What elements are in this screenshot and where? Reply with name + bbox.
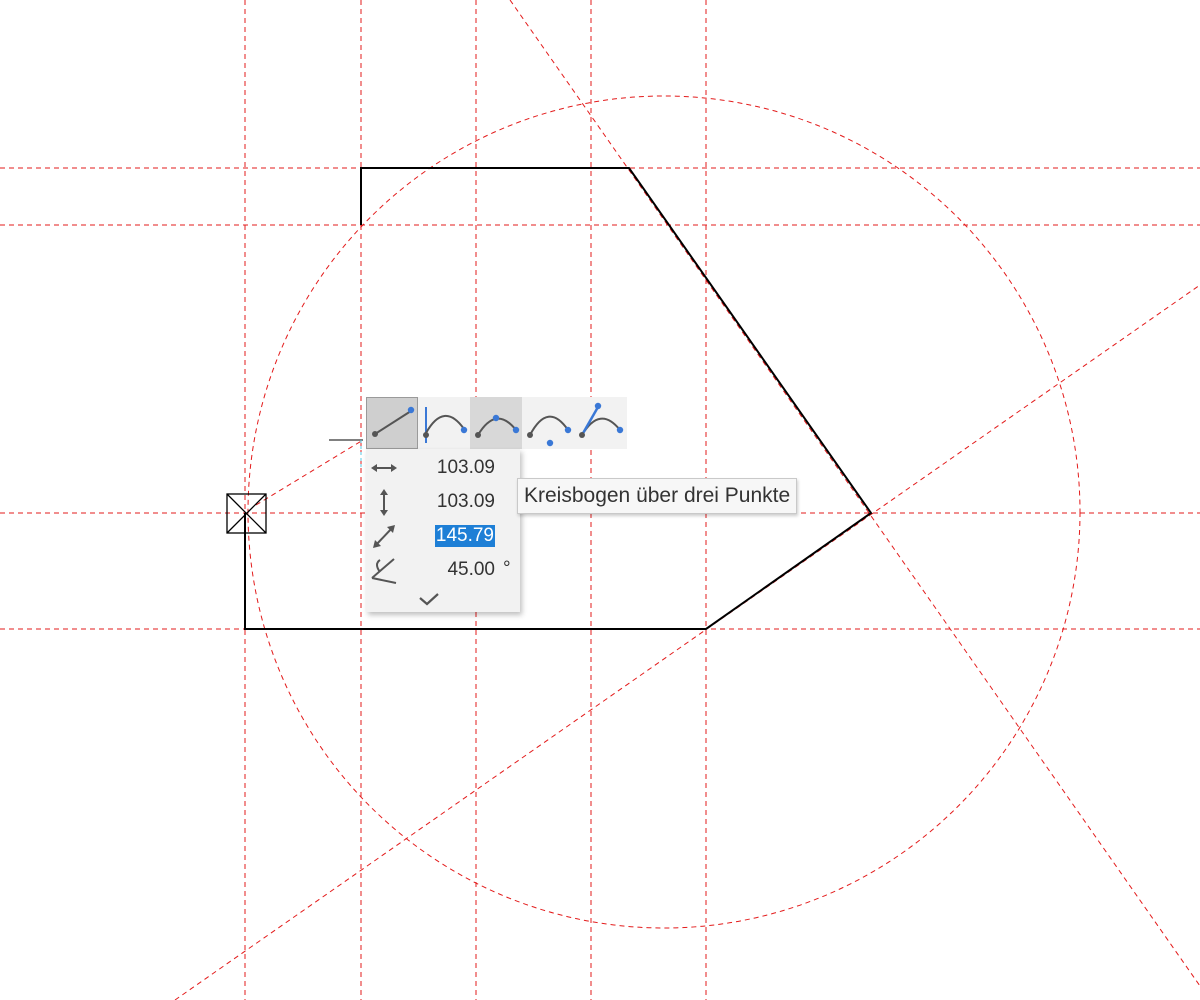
dimension-row-dx[interactable]: 103.09 [366,452,520,482]
line-arc-icon [579,402,624,438]
center-arc-tool-button[interactable] [522,397,574,449]
tool-tooltip: Kreisbogen über drei Punkte [517,478,798,514]
draw-mode-toolbar [366,397,627,449]
line-arc-tool-button[interactable] [574,397,626,449]
tangent-arc-icon [423,407,468,443]
angle-icon [368,556,400,584]
checkmark-icon [419,593,439,606]
dimension-row-angle[interactable]: 45.00 ° [366,554,520,584]
confirm-button[interactable] [418,590,440,608]
dimension-row-dy[interactable]: 103.09 [366,486,520,516]
dy-value[interactable]: 103.09 [437,491,495,513]
length-value[interactable]: 145.79 [434,525,495,547]
construction-line-preview [255,439,364,506]
three-point-arc-tool-button[interactable] [470,397,522,449]
center-arc-icon [527,415,572,447]
construction-line-diagonal [174,284,1200,1000]
line-tool-button[interactable] [366,397,418,449]
angle-value[interactable]: 45.00 [447,559,495,581]
dimension-row-length[interactable]: 145.79 [366,520,520,550]
snap-point-icon [226,493,267,534]
vertical-arrow-icon [368,488,400,516]
tangent-arc-tool-button[interactable] [418,397,470,449]
horizontal-arrow-icon [368,454,400,482]
dx-value[interactable]: 103.09 [437,457,495,479]
diagonal-arrow-icon [368,522,400,550]
three-point-arc-icon [475,414,520,438]
angle-unit: ° [503,558,511,579]
dimension-input-panel: 103.09 103.09 145.79 45.00 ° [366,449,520,612]
line-segment-icon [372,406,415,437]
